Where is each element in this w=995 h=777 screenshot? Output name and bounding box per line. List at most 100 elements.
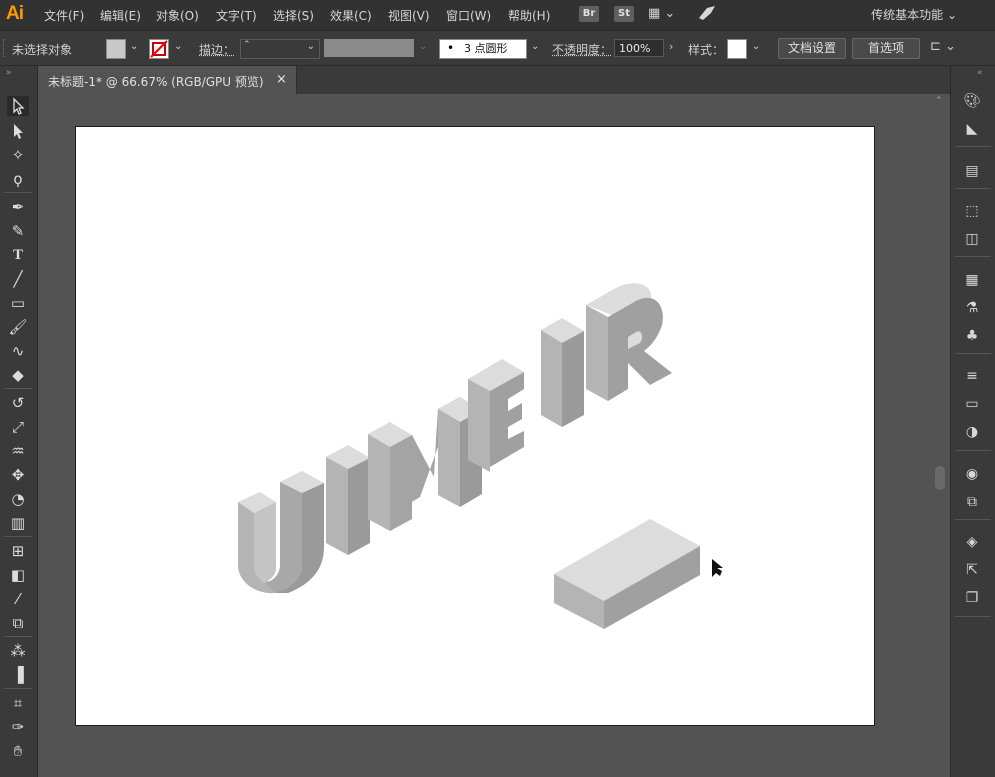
lasso-icon[interactable]: ϙ [7, 169, 29, 189]
align-icon[interactable]: ▤ [961, 161, 983, 181]
extruded-rectangle[interactable] [554, 519, 700, 629]
gradient-panel-icon[interactable]: ▭ [961, 394, 983, 414]
workspace-switcher[interactable]: 传统基本功能 ⌄ [871, 6, 957, 23]
warp-icon[interactable]: ♒ [7, 441, 29, 461]
pen-icon[interactable]: ✒ [7, 197, 29, 217]
stroke-swatch[interactable] [149, 39, 169, 59]
stroke-icon[interactable]: ≡ [961, 366, 983, 386]
blend-icon[interactable]: ⧉ [7, 613, 29, 633]
chevron-down-icon: ⌄ [419, 41, 428, 52]
symbols-icon[interactable]: ♣ [961, 326, 983, 346]
gpu-performance-icon[interactable] [697, 4, 717, 25]
preferences-button[interactable]: 首选项 [852, 38, 920, 59]
column-graph-icon[interactable]: ▐ [7, 665, 29, 685]
shaper-icon[interactable]: ∿ [7, 341, 29, 361]
shape-builder-icon[interactable]: ◔ [7, 489, 29, 509]
swatches-icon[interactable]: ▦ [961, 270, 983, 290]
letter-i-2 [541, 318, 584, 427]
artboards-icon[interactable]: ❐ [961, 588, 983, 608]
opacity-field[interactable]: 100% [614, 39, 664, 57]
graphic-style-swatch[interactable] [727, 39, 747, 59]
vertical-scrollbar[interactable]: ⌃ [932, 94, 948, 777]
curvature-icon[interactable]: ✎ [7, 221, 29, 241]
opacity-label[interactable]: 不透明度： [552, 41, 612, 58]
letter-i-1 [326, 445, 370, 555]
menu-help[interactable]: 帮助(H) [508, 7, 550, 24]
paintbrush-icon[interactable]: 🖌︎ [7, 317, 29, 337]
arrange-documents-icon[interactable]: ▦ ⌄ [648, 6, 675, 21]
scroll-up-icon[interactable]: ⌃ [935, 96, 943, 106]
mesh-icon[interactable]: ⊞ [7, 541, 29, 561]
appearance-icon[interactable]: ◉ [961, 464, 983, 484]
stroke-label[interactable]: 描边： [199, 41, 235, 58]
chevron-right-icon[interactable]: › [669, 40, 673, 53]
chevron-down-icon[interactable]: ⌄ [174, 41, 182, 52]
menu-edit[interactable]: 编辑(E) [100, 7, 141, 24]
collapse-icon[interactable]: « [977, 68, 983, 78]
perspective-grid-icon[interactable]: ▥ [7, 513, 29, 533]
eraser-icon[interactable]: ◆ [7, 365, 29, 385]
selection-status: 未选择对象 [12, 43, 73, 57]
chevron-down-icon[interactable]: ⌄ [531, 41, 539, 52]
workspace-label: 传统基本功能 [871, 8, 944, 22]
menu-select[interactable]: 选择(S) [273, 7, 314, 24]
color-guide-icon[interactable]: ◣ [961, 119, 983, 139]
artboard[interactable] [75, 126, 875, 726]
letter-r [586, 283, 672, 401]
pathfinder-icon[interactable]: ◫ [961, 229, 983, 249]
menu-type[interactable]: 文字(T) [216, 7, 257, 24]
control-bar: 未选择对象 ⌄ ⌄ 描边： ⌃ ⌄ ⌄ • 3 点圆形 ⌄ 不透明度： 100%… [0, 31, 995, 66]
chevron-down-icon[interactable]: ⌄ [130, 41, 138, 52]
magic-wand-icon[interactable]: ✧ [7, 145, 29, 165]
free-transform-icon[interactable]: ✥ [7, 465, 29, 485]
panel-options-icon[interactable]: ⊏ ⌄ [930, 39, 956, 54]
graphic-styles-icon[interactable]: ⧉ [961, 492, 983, 512]
app-logo: Ai [6, 3, 24, 24]
menu-file[interactable]: 文件(F) [44, 7, 84, 24]
rectangle-icon[interactable]: ▭ [7, 293, 29, 313]
letter-m [368, 397, 482, 531]
tools-panel: » ✧ ϙ ✒ ✎ T ╱ ▭ 🖌︎ ∿ ◆ ↺ ⤢ ♒ ✥ ◔ ▥ ⊞ ◧ ⁄… [0, 66, 38, 777]
menu-window[interactable]: 窗口(W) [446, 7, 491, 24]
type-icon[interactable]: T [7, 245, 29, 265]
transform-icon[interactable]: ⬚ [961, 201, 983, 221]
document-tab-bar: 未标题-1* @ 66.67% (RGB/GPU 预览) × [38, 66, 950, 94]
letter-e [468, 359, 524, 472]
menu-view[interactable]: 视图(V) [388, 7, 430, 24]
variable-width-profile[interactable] [324, 39, 414, 57]
brushes-icon[interactable]: ⚗ [961, 298, 983, 318]
artboard-icon[interactable]: ⌗ [7, 693, 29, 713]
stock-button[interactable]: St [614, 6, 634, 22]
menu-object[interactable]: 对象(O) [156, 7, 199, 24]
close-icon[interactable]: × [276, 72, 287, 87]
eyedropper-icon[interactable]: ⁄ [7, 589, 29, 609]
collapse-icon[interactable]: » [6, 68, 12, 78]
transparency-icon[interactable]: ◑ [961, 422, 983, 442]
selection-tool-icon[interactable] [7, 96, 29, 116]
direct-selection-tool-icon[interactable] [7, 121, 29, 141]
stepper-icon: ⌃ [243, 40, 251, 50]
slice-icon[interactable]: ✑ [7, 717, 29, 737]
stroke-weight-field[interactable]: ⌃ ⌄ [240, 39, 320, 59]
scale-icon[interactable]: ⤢ [7, 417, 29, 437]
brush-definition[interactable]: • 3 点圆形 [439, 39, 527, 59]
gradient-icon[interactable]: ◧ [7, 565, 29, 585]
chevron-down-icon: ⌄ [306, 41, 315, 52]
document-tab[interactable]: 未标题-1* @ 66.67% (RGB/GPU 预览) × [38, 66, 297, 94]
hand-icon[interactable]: ✋︎ [7, 741, 29, 761]
symbol-sprayer-icon[interactable]: ⁂ [7, 641, 29, 661]
layers-icon[interactable]: ◈ [961, 532, 983, 552]
scrollbar-thumb[interactable] [935, 466, 945, 490]
fill-swatch[interactable] [106, 39, 126, 59]
rotate-icon[interactable]: ↺ [7, 393, 29, 413]
line-icon[interactable]: ╱ [7, 269, 29, 289]
artwork-canvas [238, 283, 723, 629]
brush-dot-icon: • [447, 41, 455, 55]
chevron-down-icon[interactable]: ⌄ [752, 41, 760, 52]
export-icon[interactable]: ⇱ [961, 560, 983, 580]
brush-label: 3 点圆形 [464, 42, 508, 55]
document-setup-button[interactable]: 文档设置 [778, 38, 846, 59]
bridge-button[interactable]: Br [579, 6, 599, 22]
color-icon[interactable]: 🎨︎ [961, 91, 983, 111]
menu-effect[interactable]: 效果(C) [330, 7, 372, 24]
